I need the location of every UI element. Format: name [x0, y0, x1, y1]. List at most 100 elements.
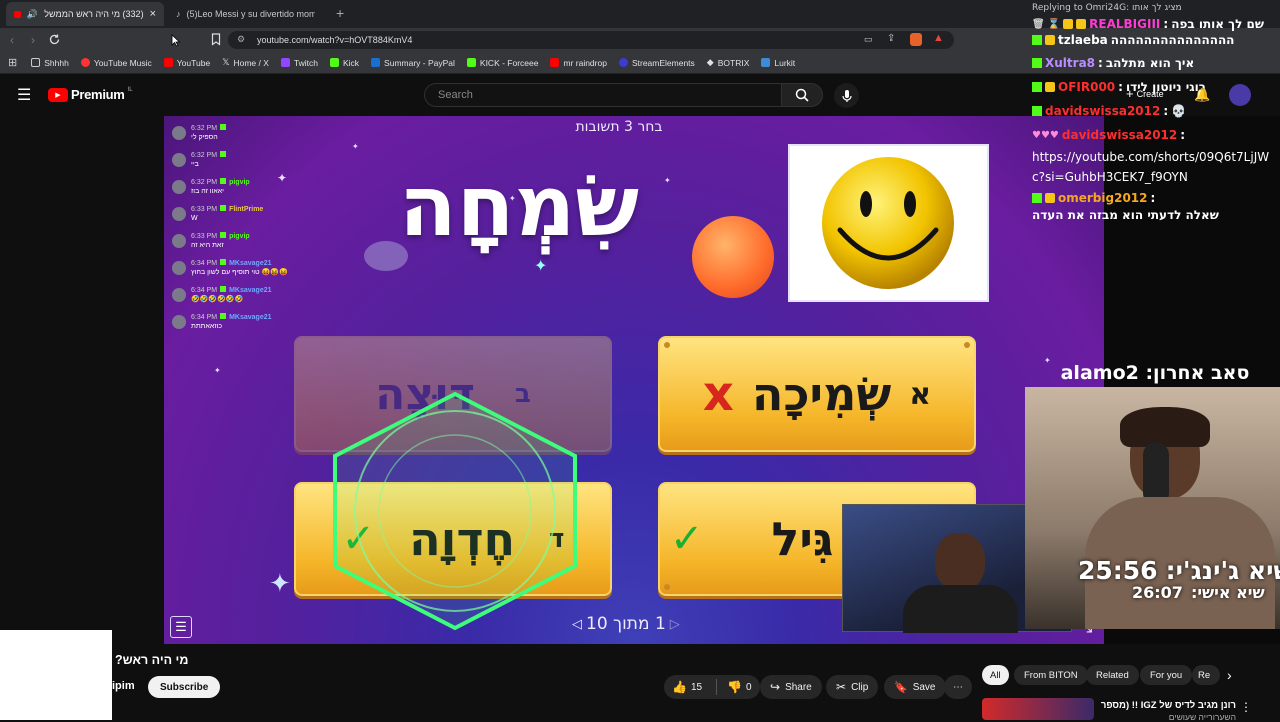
tab-title: (332) מי היה ראש הממשלה ה — [44, 9, 144, 19]
bookmark-botrix[interactable]: ◆ BOTRIX — [701, 53, 756, 73]
bookmark-youtube-music[interactable]: YouTube Music — [75, 53, 158, 73]
next-arrow-icon[interactable]: ▷ — [670, 617, 680, 632]
quiz-image — [788, 144, 989, 302]
planet-decoration — [364, 241, 408, 271]
close-tab-icon[interactable]: × — [150, 8, 156, 20]
recommended-thumbnail[interactable] — [982, 698, 1094, 720]
chapters-icon[interactable]: ☰ — [170, 616, 192, 638]
x-icon: 𝕏 — [222, 57, 230, 67]
apps-grid-icon[interactable]: ⊞ — [8, 56, 17, 69]
bolt-decoration — [664, 584, 670, 590]
create-button[interactable]: + Create — [1126, 86, 1164, 101]
last-sub-label: סאב אחרון: alamo2 — [1060, 362, 1250, 384]
bookmark-streamelements[interactable]: StreamElements — [613, 53, 701, 73]
paypal-icon — [371, 58, 381, 67]
forward-icon[interactable]: › — [31, 33, 35, 47]
personal-timer: 26:07 שיא אישי: — [1132, 583, 1265, 602]
avatar — [172, 153, 186, 167]
overlay-chat-line: 🗑 ⌛ REALBIGIII: שם לך אותו בפה — [1032, 17, 1265, 31]
subscribe-button[interactable]: Subscribe — [148, 676, 221, 698]
hourglass-icon: ⌛ — [1047, 18, 1061, 30]
overlay-chat-message: שאלה לדעתי הוא מבזה את העדה — [1032, 208, 1219, 222]
chip-for-you[interactable]: For you — [1140, 665, 1193, 685]
smiley-face-icon — [822, 157, 954, 289]
clip-button[interactable]: ✂ Clip — [826, 675, 879, 699]
kick-icon — [329, 58, 339, 67]
correct-mark-icon: ✓ — [670, 516, 704, 562]
brave-rewards-icon[interactable]: ▲ — [933, 32, 944, 44]
stream-chat-message: 6:34 PM MKsavage21 טוי תוסיף עם לשון בחוץ … — [172, 259, 288, 277]
url-text: youtube.com/watch?v=hOVT884KmV4 — [257, 35, 413, 45]
tab-title: (5)Leo Messi y su divertido momento — [186, 9, 315, 19]
twitch-icon — [280, 58, 290, 67]
bookmark-paypal[interactable]: Summary - PayPal — [365, 53, 461, 73]
overlay-chat-line: davidswissa2012: 💀 — [1032, 104, 1186, 118]
bolt-decoration — [964, 342, 970, 348]
sparkle-icon: ✦ — [214, 366, 221, 375]
lurkit-icon — [761, 58, 771, 67]
site-info-icon[interactable]: ⚙ — [237, 34, 245, 45]
overlay-chat-link: https://youtube.com/shorts/09Q6t7LjJWc?s… — [1032, 150, 1270, 184]
kick-badge-icon — [220, 286, 227, 292]
reload-icon[interactable] — [48, 33, 61, 46]
save-button[interactable]: 🔖 Save — [884, 675, 946, 699]
cast-icon[interactable]: ▭ — [864, 34, 873, 45]
voice-search-button[interactable] — [834, 83, 859, 108]
channel-name[interactable]: ipim — [112, 680, 135, 692]
stream-chat-message: 6:32 PM pigvip יאאוו זה בוז — [172, 178, 250, 196]
back-icon[interactable]: ‹ — [10, 33, 14, 47]
bookmark-x[interactable]: 𝕏 Home / X — [216, 53, 275, 73]
bookmark-kick-forceee[interactable]: KICK - Forceee — [461, 53, 545, 73]
badge-icon — [1045, 35, 1055, 45]
bookmark-icon[interactable] — [211, 33, 221, 46]
overlay-chat-line: Xultra8: איך הוא מתלהב — [1032, 56, 1194, 70]
prev-arrow-icon[interactable]: ◁ — [572, 617, 582, 632]
chip-more[interactable]: Re — [1192, 665, 1220, 685]
youtube-play-logo-icon: ▶ — [48, 87, 68, 102]
share-icon: ↪ — [770, 680, 781, 694]
tab-youtube[interactable]: 🔊 (332) מי היה ראש הממשלה ה × — [6, 2, 164, 26]
kick-badge-icon — [220, 232, 227, 238]
avatar[interactable] — [1229, 84, 1251, 106]
tab-tiktok[interactable]: ♪ (5)Leo Messi y su divertido momento — [168, 2, 326, 26]
stream-chat-message: 6:33 PM FlintPrime W — [172, 205, 263, 223]
search-button[interactable] — [781, 83, 823, 107]
new-tab-icon[interactable]: + — [336, 5, 344, 21]
bookmark-lurkit[interactable]: Lurkit — [755, 53, 801, 73]
bookmark-shhhh[interactable]: Shhhh — [25, 53, 75, 73]
bookmark-mr-raindrop[interactable]: mr raindrop — [544, 53, 612, 73]
streamer-hair — [1120, 407, 1210, 447]
more-actions-button[interactable]: ⋯ — [944, 675, 972, 699]
recommended-more-icon[interactable]: ⋮ — [1240, 700, 1252, 714]
bookmark-twitch[interactable]: Twitch — [275, 53, 324, 73]
youtube-favicon-icon — [14, 10, 21, 18]
answer-a-card[interactable]: x שְׂמִיכָה א — [658, 336, 976, 452]
dislike-icon[interactable]: 👎 — [727, 680, 742, 694]
overlay-chat-line: omerbig2012: — [1032, 191, 1155, 205]
notifications-icon[interactable]: 🔔 — [1194, 87, 1210, 103]
like-icon[interactable]: 👍 — [672, 680, 687, 694]
brave-shield-icon[interactable] — [910, 33, 922, 46]
chip-all[interactable]: All — [982, 665, 1009, 685]
youtube-logo[interactable]: ▶ Premium IL — [48, 87, 133, 102]
address-bar[interactable]: ⚙ youtube.com/watch?v=hOVT884KmV4 ▭ ⇪ ▲ — [228, 31, 954, 49]
chip-from-biton[interactable]: From BITON — [1014, 665, 1088, 685]
kick-badge-icon — [1032, 35, 1042, 45]
bookmark-kick[interactable]: Kick — [324, 53, 365, 73]
kick-badge-icon — [220, 124, 227, 130]
share-button[interactable]: ↪ Share — [760, 675, 822, 699]
chip-related[interactable]: Related — [1086, 665, 1139, 685]
kick-badge-icon — [220, 259, 227, 265]
chip-next-icon[interactable]: › — [1227, 667, 1232, 683]
search-icon — [795, 88, 809, 102]
video-player[interactable]: ✦ ✦ ✦ ✦ ✦ ✦ ✦ ✦ ✦ 6:32 PMהספיק לי 6:32 P… — [164, 116, 1104, 644]
youtube-icon — [163, 58, 173, 67]
search-input[interactable]: Search — [424, 83, 782, 107]
recommended-title[interactable]: רונן מגיב לדיס של IGZ !! (מספר על — [1100, 700, 1236, 711]
share-page-icon[interactable]: ⇪ — [887, 33, 895, 44]
divider — [716, 679, 718, 695]
menu-icon[interactable]: ☰ — [17, 85, 31, 105]
wrong-mark-icon: x — [702, 366, 734, 422]
bookmark-youtube[interactable]: YouTube — [158, 53, 216, 73]
avatar — [172, 126, 186, 140]
